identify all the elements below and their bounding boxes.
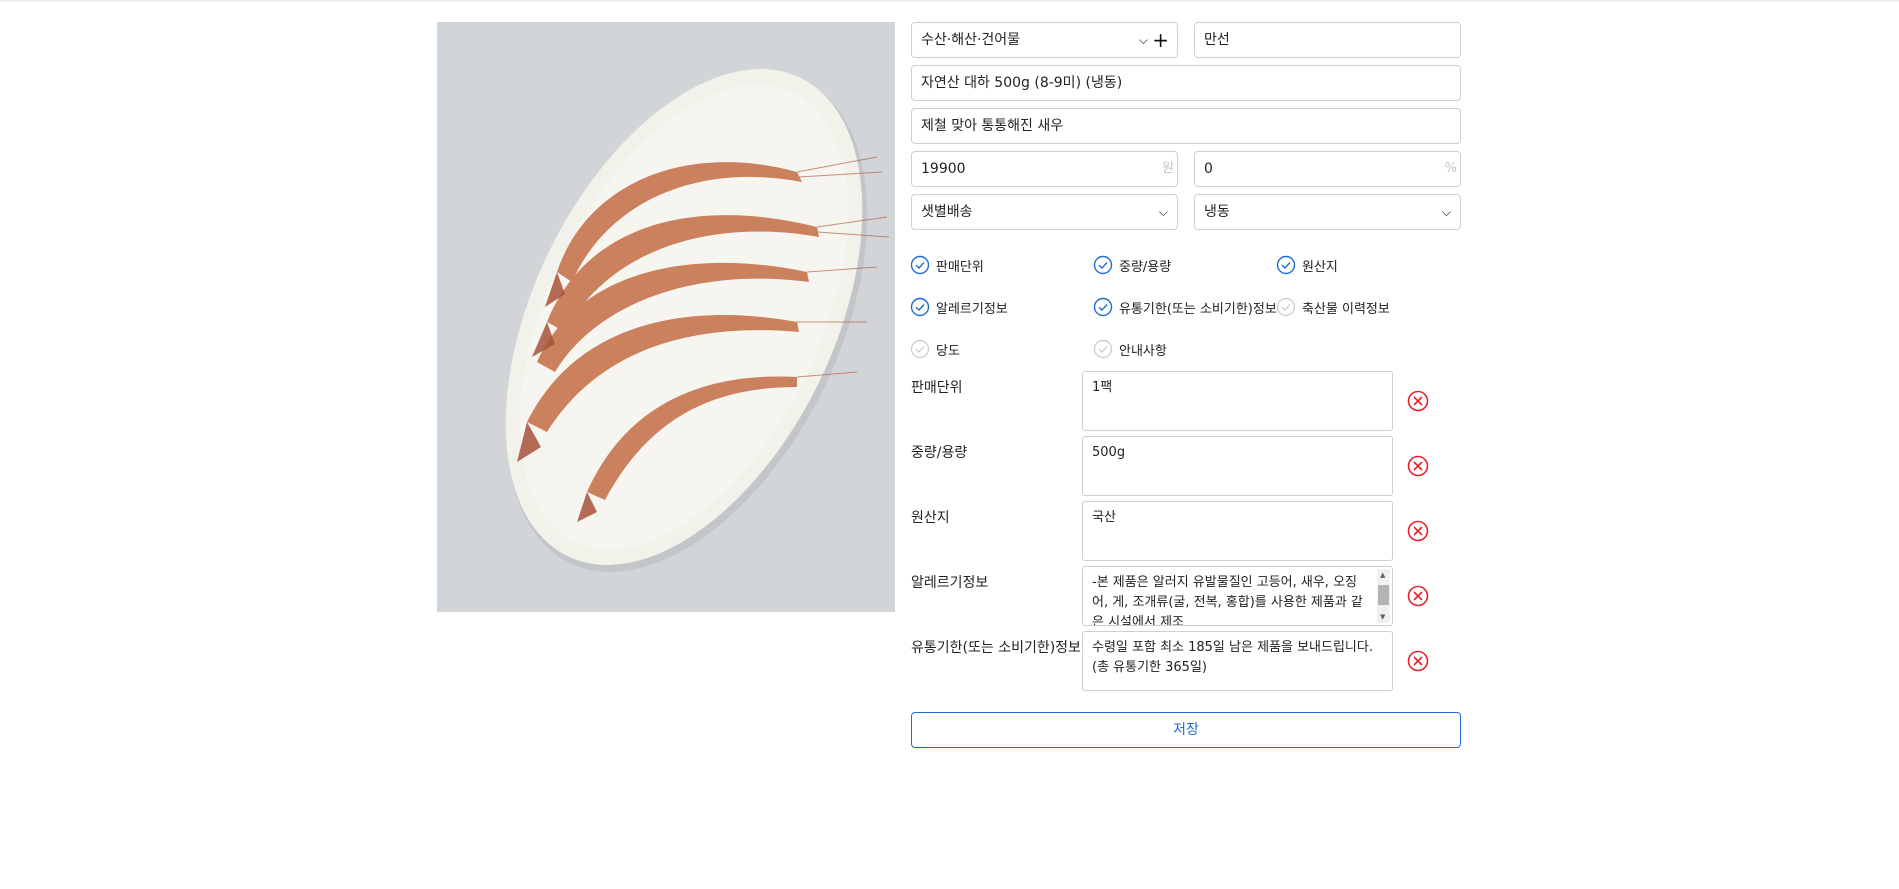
product-name-input[interactable]: 자연산 대하 500g (8-9미) (냉동): [911, 65, 1461, 101]
plus-icon[interactable]: +: [1152, 23, 1169, 57]
option-label: 원산지: [1302, 259, 1338, 275]
detail-input-expiry[interactable]: 수령일 포함 최소 185일 남은 제품을 보내드립니다. (총 유통기한 36…: [1082, 631, 1393, 691]
option-label: 축산물 이력정보: [1302, 301, 1390, 317]
option-label: 당도: [936, 343, 960, 359]
top-divider: [0, 0, 1899, 2]
price-value: 19900: [921, 161, 966, 177]
remove-icon[interactable]: [1406, 519, 1430, 543]
detail-label-expiry: 유통기한(또는 소비기한)정보: [911, 640, 1081, 656]
scroll-thumb[interactable]: [1378, 585, 1389, 605]
option-expiry[interactable]: 유통기한(또는 소비기한)정보: [1093, 296, 1277, 318]
price-unit: 원: [1162, 161, 1174, 176]
detail-input-sales-unit[interactable]: 1팩: [1082, 371, 1393, 431]
remove-icon[interactable]: [1406, 454, 1430, 478]
detail-allergy-text: -본 제품은 알러지 유발물질인 고등어, 새우, 오징어, 게, 조개류(굴,…: [1092, 575, 1363, 626]
product-name-value: 자연산 대하 500g (8-9미) (냉동): [921, 75, 1123, 91]
check-circle-icon: [910, 297, 930, 317]
subtitle-input[interactable]: 제철 맞아 통통해진 새우: [911, 108, 1461, 144]
remove-icon[interactable]: [1406, 389, 1430, 413]
scroll-up-icon[interactable]: ▲: [1380, 571, 1385, 579]
remove-icon[interactable]: [1406, 584, 1430, 608]
price-input[interactable]: 19900 원: [911, 151, 1178, 187]
option-allergy[interactable]: 알레르기정보: [910, 296, 1008, 318]
option-label: 판매단위: [936, 259, 984, 275]
scrollbar[interactable]: ▲ ▼: [1377, 569, 1390, 623]
discount-input[interactable]: 0 %: [1194, 151, 1461, 187]
check-circle-outline-icon: [910, 339, 930, 359]
discount-unit: %: [1444, 161, 1457, 176]
detail-label-origin: 원산지: [911, 510, 950, 526]
detail-input-origin[interactable]: 국산: [1082, 501, 1393, 561]
delivery-select[interactable]: 샛별배송 ⌵: [911, 194, 1178, 230]
option-origin[interactable]: 원산지: [1276, 254, 1338, 276]
detail-input-weight[interactable]: 500g: [1082, 436, 1393, 496]
option-notice[interactable]: 안내사항: [1093, 338, 1167, 360]
option-sales-unit[interactable]: 판매단위: [910, 254, 984, 276]
check-circle-outline-icon: [1093, 339, 1113, 359]
option-label: 알레르기정보: [936, 301, 1008, 317]
discount-value: 0: [1204, 161, 1213, 177]
scroll-down-icon[interactable]: ▼: [1380, 613, 1385, 621]
seller-value: 만선: [1204, 32, 1230, 48]
check-circle-icon: [1093, 255, 1113, 275]
chevron-down-icon: ⌵: [1441, 205, 1451, 219]
delivery-value: 샛별배송: [921, 204, 973, 220]
storage-value: 냉동: [1204, 204, 1230, 220]
check-circle-outline-icon: [1276, 297, 1296, 317]
option-label: 유통기한(또는 소비기한)정보: [1119, 301, 1277, 317]
remove-icon[interactable]: [1406, 649, 1430, 673]
detail-label-allergy: 알레르기정보: [911, 575, 989, 591]
option-label: 안내사항: [1119, 343, 1167, 359]
option-label: 중량/용량: [1119, 259, 1172, 275]
save-button[interactable]: 저장: [911, 712, 1461, 748]
option-sugar-content[interactable]: 당도: [910, 338, 960, 360]
chevron-down-icon: ⌵: [1138, 33, 1148, 47]
check-circle-icon: [1276, 255, 1296, 275]
check-circle-icon: [1093, 297, 1113, 317]
detail-input-allergy[interactable]: -본 제품은 알러지 유발물질인 고등어, 새우, 오징어, 게, 조개류(굴,…: [1082, 566, 1393, 626]
subtitle-value: 제철 맞아 통통해진 새우: [921, 118, 1064, 134]
product-image: [437, 22, 895, 612]
option-livestock-history[interactable]: 축산물 이력정보: [1276, 296, 1390, 318]
detail-label-weight: 중량/용량: [911, 445, 968, 461]
storage-select[interactable]: 냉동 ⌵: [1194, 194, 1461, 230]
check-circle-icon: [910, 255, 930, 275]
option-weight[interactable]: 중량/용량: [1093, 254, 1171, 276]
category-select[interactable]: 수산·해산·건어물 ⌵ +: [911, 22, 1178, 58]
category-value: 수산·해산·건어물: [921, 32, 1021, 48]
chevron-down-icon: ⌵: [1158, 205, 1168, 219]
detail-label-sales-unit: 판매단위: [911, 380, 963, 396]
seller-input[interactable]: 만선: [1194, 22, 1461, 58]
